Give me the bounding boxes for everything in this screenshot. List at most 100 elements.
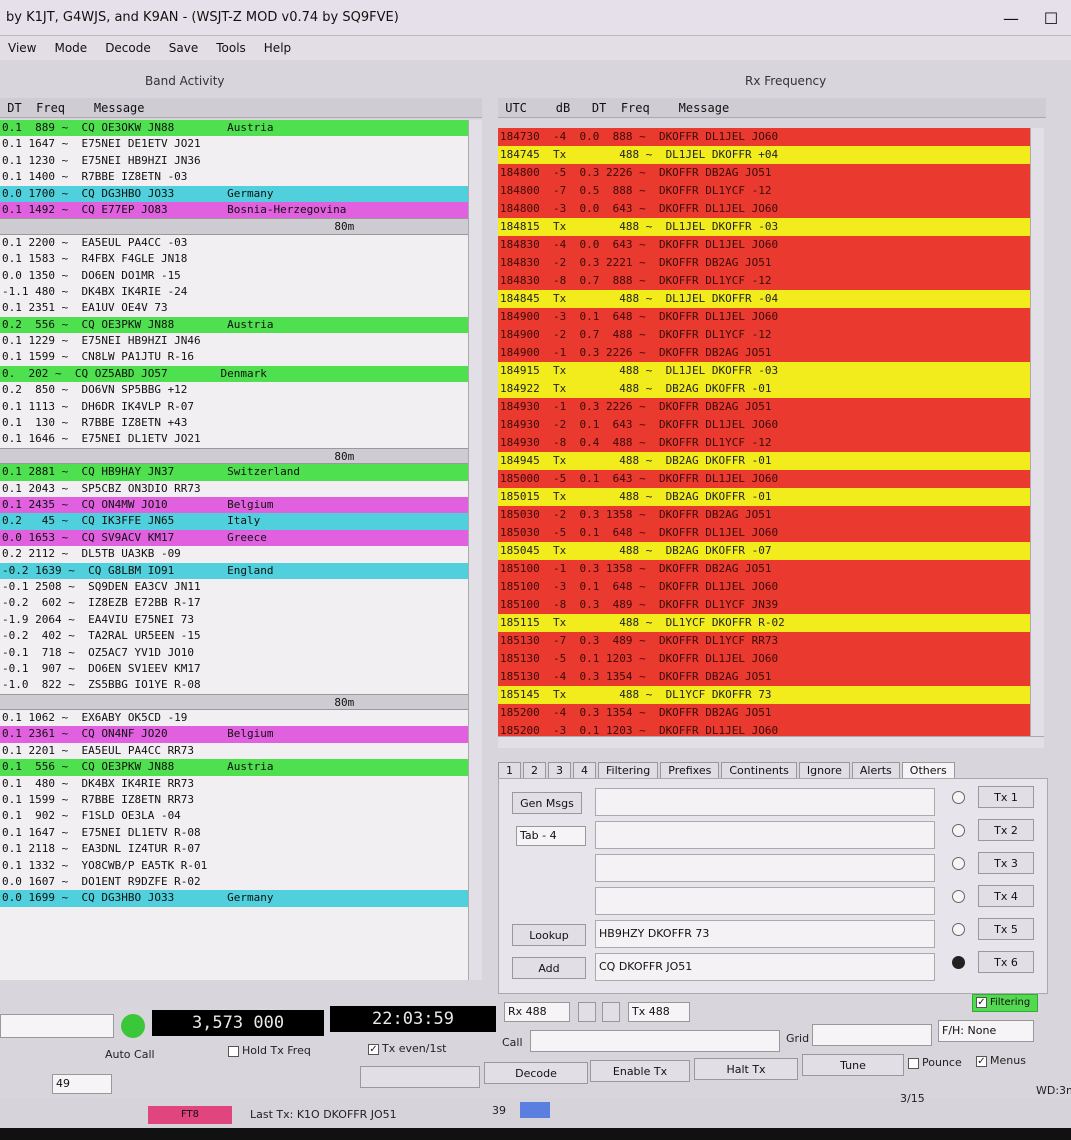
- band-activity-row[interactable]: 0.1 2201 ~ EA5EUL PA4CC RR73: [0, 743, 468, 759]
- rx-decode-row[interactable]: 184930 -1 0.3 2226 ~ DKOFFR DB2AG JO51: [498, 398, 1030, 416]
- band-activity-row[interactable]: -1.1 480 ~ DK4BX IK4RIE -24: [0, 284, 468, 300]
- tab-4[interactable]: 4: [573, 762, 596, 778]
- tx6-message[interactable]: CQ DKOFFR JO51: [595, 953, 935, 981]
- rx-decode-row[interactable]: 184830 -8 0.7 888 ~ DKOFFR DL1YCF -12: [498, 272, 1030, 290]
- tx6-button[interactable]: Tx 6: [978, 951, 1034, 973]
- menu-tools[interactable]: Tools: [216, 41, 246, 55]
- band-activity-row[interactable]: 0.1 1583 ~ R4FBX F4GLE JN18: [0, 251, 468, 267]
- band-activity-row[interactable]: -0.1 907 ~ DO6EN SV1EEV KM17: [0, 661, 468, 677]
- rx-decode-row[interactable]: 184930 -8 0.4 488 ~ DKOFFR DL1YCF -12: [498, 434, 1030, 452]
- rx-decode-row[interactable]: 185130 -4 0.3 1354 ~ DKOFFR DB2AG JO51: [498, 668, 1030, 686]
- band-activity-row[interactable]: 0.1 1062 ~ EX6ABY OK5CD -19: [0, 710, 468, 726]
- tab-2[interactable]: 2: [523, 762, 546, 778]
- rx-decode-row[interactable]: 185200 -3 0.1 1203 ~ DKOFFR DL1JEL JO60: [498, 722, 1030, 736]
- tx3-message[interactable]: [595, 854, 935, 882]
- tx5-button[interactable]: Tx 5: [978, 918, 1034, 940]
- band-activity-row[interactable]: 0.1 1599 ~ R7BBE IZ8ETN RR73: [0, 792, 468, 808]
- band-activity-row[interactable]: 0.1 480 ~ DK4BX IK4RIE RR73: [0, 776, 468, 792]
- tx2-radio[interactable]: [952, 824, 965, 837]
- menus-checkbox[interactable]: ✓ Menus: [976, 1054, 1026, 1067]
- decode-button[interactable]: Decode: [484, 1062, 588, 1084]
- band-activity-row[interactable]: 0.1 1647 ~ E75NEI DE1ETV JO21: [0, 136, 468, 152]
- band-activity-row[interactable]: 0.1 1646 ~ E75NEI DL1ETV JO21: [0, 431, 468, 447]
- rx-decode-row[interactable]: 184830 -2 0.3 2221 ~ DKOFFR DB2AG JO51: [498, 254, 1030, 272]
- tx1-button[interactable]: Tx 1: [978, 786, 1034, 808]
- rx-decode-row[interactable]: 185030 -5 0.1 648 ~ DKOFFR DL1JEL JO60: [498, 524, 1030, 542]
- band-select[interactable]: [0, 1014, 114, 1038]
- band-activity-row[interactable]: 0.1 1332 ~ YO8CWB/P EA5TK R-01: [0, 858, 468, 874]
- add-button[interactable]: Add: [512, 957, 586, 979]
- rx-freq-spinbox[interactable]: Rx 488: [504, 1002, 570, 1022]
- band-activity-row[interactable]: 0.1 130 ~ R7BBE IZ8ETN +43: [0, 415, 468, 431]
- rx-decode-row[interactable]: 185200 -4 0.3 1354 ~ DKOFFR DB2AG JO51: [498, 704, 1030, 722]
- grid-input[interactable]: [812, 1024, 932, 1046]
- band-activity-row[interactable]: 0.1 1492 ~ CQ E77EP JO83 Bosnia-Herzegov…: [0, 201, 468, 219]
- erase-button[interactable]: [360, 1066, 480, 1088]
- tab-1[interactable]: 1: [498, 762, 521, 778]
- rx-tx-row[interactable]: 184945 Tx 488 ~ DB2AG DKOFFR -01: [498, 452, 1030, 470]
- rx-decode-row[interactable]: 184830 -4 0.0 643 ~ DKOFFR DL1JEL JO60: [498, 236, 1030, 254]
- tab-continents[interactable]: Continents: [721, 762, 797, 778]
- band-activity-row[interactable]: 0.1 1230 ~ E75NEI HB9HZI JN36: [0, 153, 468, 169]
- rx-tx-row[interactable]: 184815 Tx 488 ~ DL1JEL DKOFFR -03: [498, 218, 1030, 236]
- band-activity-list[interactable]: 0.1 889 ~ CQ OE3OKW JN88 Austria 0.1 1647…: [0, 120, 468, 980]
- rx-decode-row[interactable]: 185100 -3 0.1 648 ~ DKOFFR DL1JEL JO60: [498, 578, 1030, 596]
- band-activity-row[interactable]: 0.1 902 ~ F1SLD OE3LA -04: [0, 808, 468, 824]
- band-activity-row[interactable]: 0.1 2361 ~ CQ ON4NF JO20 Belgium: [0, 726, 468, 743]
- tx-even-checkbox[interactable]: ✓ Tx even/1st: [368, 1042, 447, 1055]
- rx-frequency-hscrollbar[interactable]: [498, 736, 1044, 748]
- rx-frequency-scrollbar[interactable]: [1030, 128, 1044, 736]
- halt-tx-button[interactable]: Halt Tx: [694, 1058, 798, 1080]
- rx-frequency-list[interactable]: 184730 -4 0.0 888 ~ DKOFFR DL1JEL JO60 18…: [498, 128, 1030, 736]
- rx-tx-row[interactable]: 185115 Tx 488 ~ DL1YCF DKOFFR R-02: [498, 614, 1030, 632]
- menu-decode[interactable]: Decode: [105, 41, 151, 55]
- band-activity-row[interactable]: 0.0 1699 ~ CQ DG3HBO JO33 Germany: [0, 890, 468, 907]
- rx-decode-row[interactable]: 185100 -1 0.3 1358 ~ DKOFFR DB2AG JO51: [498, 560, 1030, 578]
- enable-tx-button[interactable]: Enable Tx: [590, 1060, 690, 1082]
- rx-decode-row[interactable]: 184730 -4 0.0 888 ~ DKOFFR DL1JEL JO60: [498, 128, 1030, 146]
- tab-filtering[interactable]: Filtering: [598, 762, 659, 778]
- menu-mode[interactable]: Mode: [54, 41, 87, 55]
- fh-select[interactable]: F/H: None: [938, 1020, 1034, 1042]
- menu-save[interactable]: Save: [169, 41, 198, 55]
- band-activity-row[interactable]: 0.1 2118 ~ EA3DNL IZ4TUR R-07: [0, 841, 468, 857]
- tx1-radio[interactable]: [952, 791, 965, 804]
- tx-freq-spinbox[interactable]: Tx 488: [628, 1002, 690, 1022]
- pounce-checkbox[interactable]: Pounce: [908, 1056, 962, 1069]
- tab-spinbox[interactable]: Tab - 4: [516, 826, 586, 846]
- band-activity-row[interactable]: -1.0 822 ~ ZS5BBG IO1YE R-08: [0, 677, 468, 693]
- auto-call-label[interactable]: Auto Call: [105, 1048, 155, 1061]
- tx-to-rx-button[interactable]: [602, 1002, 620, 1022]
- tx3-radio[interactable]: [952, 857, 965, 870]
- band-activity-row[interactable]: 0.1 556 ~ CQ OE3PKW JN88 Austria: [0, 759, 468, 776]
- rx-decode-row[interactable]: 185130 -7 0.3 489 ~ DKOFFR DL1YCF RR73: [498, 632, 1030, 650]
- tx6-radio[interactable]: [952, 956, 965, 969]
- rx-decode-row[interactable]: 184900 -2 0.7 488 ~ DKOFFR DL1YCF -12: [498, 326, 1030, 344]
- tab-3[interactable]: 3: [548, 762, 571, 778]
- band-activity-row[interactable]: -0.2 1639 ~ CQ G8LBM IO91 England: [0, 562, 468, 579]
- tab-prefixes[interactable]: Prefixes: [660, 762, 720, 778]
- tab-alerts[interactable]: Alerts: [851, 762, 900, 778]
- band-activity-row[interactable]: 0.1 2881 ~ CQ HB9HAY JN37 Switzerland: [0, 464, 468, 481]
- band-activity-row[interactable]: 0.0 1653 ~ CQ SV9ACV KM17 Greece: [0, 529, 468, 547]
- menu-view[interactable]: View: [8, 41, 36, 55]
- rx-decode-row[interactable]: 185000 -5 0.1 643 ~ DKOFFR DL1JEL JO60: [498, 470, 1030, 488]
- rx-tx-row[interactable]: 184922 Tx 488 ~ DB2AG DKOFFR -01: [498, 380, 1030, 398]
- band-activity-row[interactable]: 0.0 1350 ~ DO6EN DO1MR -15: [0, 268, 468, 284]
- band-activity-row[interactable]: 0.1 1599 ~ CN8LW PA1JTU R-16: [0, 349, 468, 365]
- band-activity-row[interactable]: 0.2 850 ~ DO6VN SP5BBG +12: [0, 382, 468, 398]
- tx4-radio[interactable]: [952, 890, 965, 903]
- band-activity-row[interactable]: 0.1 1229 ~ E75NEI HB9HZI JN46: [0, 333, 468, 349]
- band-activity-row[interactable]: -0.1 2508 ~ SQ9DEN EA3CV JN11: [0, 579, 468, 595]
- band-activity-row[interactable]: 0.2 2112 ~ DL5TB UA3KB -09: [0, 546, 468, 562]
- band-activity-row[interactable]: -0.2 602 ~ IZ8EZB E72BB R-17: [0, 595, 468, 611]
- hold-tx-freq-checkbox[interactable]: Hold Tx Freq: [228, 1044, 311, 1057]
- tx2-message[interactable]: [595, 821, 935, 849]
- band-activity-row[interactable]: 0.1 2435 ~ CQ ON4MW JO10 Belgium: [0, 496, 468, 514]
- tx1-message[interactable]: [595, 788, 935, 816]
- rx-decode-row[interactable]: 184800 -5 0.3 2226 ~ DKOFFR DB2AG JO51: [498, 164, 1030, 182]
- rx-decode-row[interactable]: 184800 -3 0.0 643 ~ DKOFFR DL1JEL JO60: [498, 200, 1030, 218]
- rx-tx-row[interactable]: 185045 Tx 488 ~ DB2AG DKOFFR -07: [498, 542, 1030, 560]
- rx-decode-row[interactable]: 185030 -2 0.3 1358 ~ DKOFFR DB2AG JO51: [498, 506, 1030, 524]
- maximize-button[interactable]: ☐: [1031, 0, 1071, 36]
